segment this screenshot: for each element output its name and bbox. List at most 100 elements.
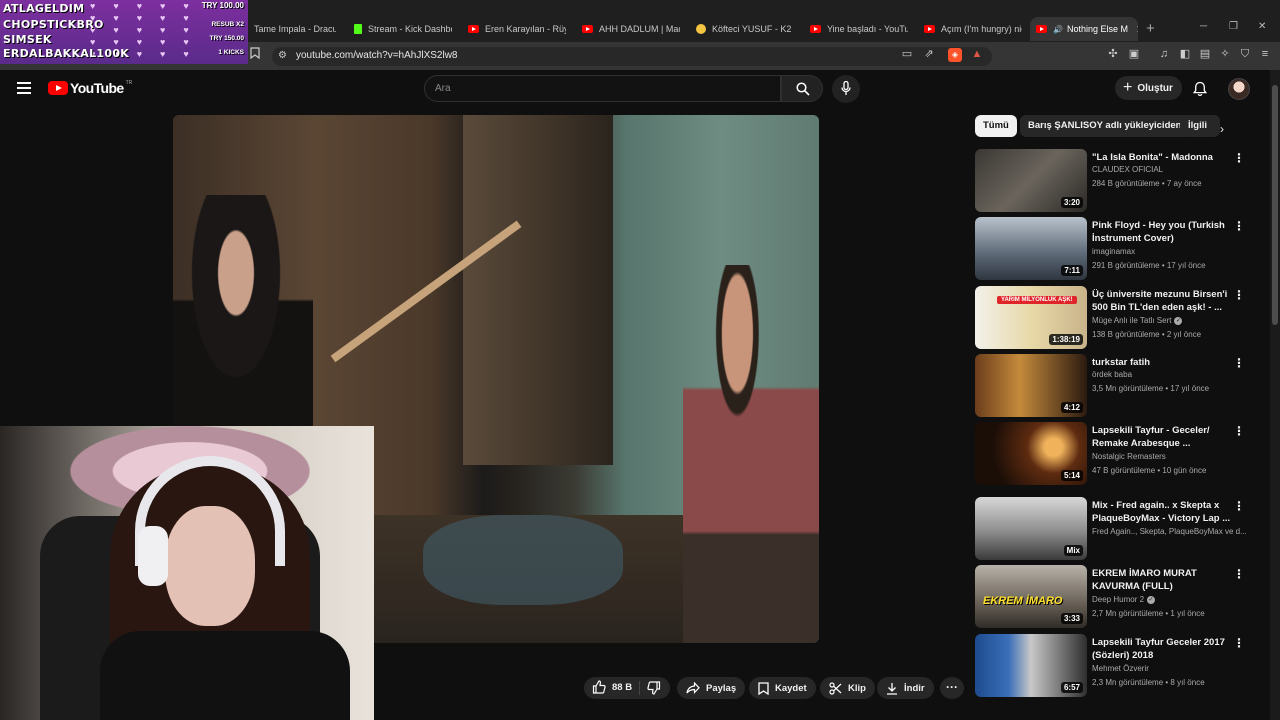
channel-name[interactable]: Müge Anlı ile Tatlı Sert ✓: [1092, 316, 1183, 325]
save-button[interactable]: Kaydet: [749, 677, 816, 699]
kebab-menu-icon[interactable]: ⋮: [1233, 151, 1245, 165]
browser-tab[interactable]: Açım (I'm hungry) nice: [918, 17, 1022, 41]
recommendation-item[interactable]: 4:12 turkstar fatih ördek baba 3,5 Mn gö…: [975, 354, 1250, 418]
screenshot-icon[interactable]: ▣: [1127, 47, 1141, 61]
video-meta: 2,3 Mn görüntüleme • 8 yıl önce: [1092, 678, 1205, 687]
channel-name[interactable]: Deep Humor 2 ✓: [1092, 595, 1156, 604]
extensions-icon[interactable]: ✣: [1106, 47, 1120, 61]
recommendation-item[interactable]: 6:57 Lapsekili Tayfur Geceler 2017 (Sözl…: [975, 634, 1250, 698]
leo-ai-icon[interactable]: ✧: [1218, 47, 1232, 61]
video-title[interactable]: "La Isla Bonita" - Madonna: [1092, 151, 1232, 164]
share-button[interactable]: Paylaş: [677, 677, 746, 699]
browser-tab[interactable]: AHH DADLUM | Madar: [576, 17, 680, 41]
site-settings-icon[interactable]: ⚙: [278, 50, 287, 61]
browser-tab[interactable]: Eren Karayılan - Rüyala: [462, 17, 566, 41]
video-title[interactable]: turkstar fatih: [1092, 356, 1232, 369]
brave-rewards-icon[interactable]: ▲: [970, 47, 984, 61]
recommendation-item[interactable]: 3:20 "La Isla Bonita" - Madonna CLAUDEX …: [975, 149, 1250, 213]
video-thumbnail[interactable]: 7:11: [975, 217, 1087, 280]
scrollbar-thumb[interactable]: [1272, 85, 1278, 325]
new-tab-button[interactable]: +: [1146, 20, 1155, 37]
video-thumbnail[interactable]: 6:57: [975, 634, 1087, 697]
clip-button[interactable]: Klip: [820, 677, 875, 699]
minimize-icon[interactable]: ─: [1200, 21, 1207, 32]
kebab-menu-icon[interactable]: ⋮: [1233, 356, 1245, 370]
sidebar-icon[interactable]: ◧: [1178, 47, 1192, 61]
kebab-menu-icon[interactable]: ⋮: [1233, 499, 1245, 513]
recommendation-item[interactable]: 5:14 Lapsekili Tayfur - Geceler/ Remake …: [975, 422, 1250, 486]
video-thumbnail[interactable]: EKREM İMARO 3:33: [975, 565, 1087, 628]
video-thumbnail[interactable]: 3:20: [975, 149, 1087, 212]
chip-related[interactable]: İlgili: [1180, 115, 1220, 137]
window-close-icon[interactable]: ✕: [1258, 21, 1266, 32]
video-title[interactable]: Lapsekili Tayfur - Geceler/ Remake Arabe…: [1092, 424, 1232, 450]
bookmark-icon[interactable]: [248, 47, 262, 61]
browser-menu-icon[interactable]: ≡: [1258, 47, 1272, 61]
overlay-line: ERDALBAKKAL100K: [3, 47, 130, 60]
browser-tab[interactable]: Stream - Kick Dashboa: [348, 17, 452, 41]
channel-name[interactable]: Fred Again.., Skepta, PlaqueBoyMax ve d.…: [1092, 527, 1247, 536]
chevron-right-icon[interactable]: ›: [1220, 122, 1224, 136]
brave-shields-icon[interactable]: ◈: [948, 48, 962, 62]
chip-all[interactable]: Tümü: [975, 115, 1017, 137]
thumbnail-caption: EKREM İMARO: [983, 595, 1063, 607]
recommendation-item[interactable]: EKREM İMARO 3:33 EKREM İMARO MURAT KAVUR…: [975, 565, 1250, 629]
video-thumbnail[interactable]: 5:14: [975, 422, 1087, 485]
tab-title: Tame Impala - Dracula: [254, 24, 336, 34]
media-icon[interactable]: ♫: [1157, 47, 1171, 61]
browser-tab[interactable]: Tame Impala - Dracula: [248, 17, 336, 41]
chip-from-uploader[interactable]: Barış ŞANLISOY adlı yükleyiciden: [1020, 115, 1190, 137]
channel-name-text: Müge Anlı ile Tatlı Sert: [1092, 316, 1172, 325]
browser-tab-active[interactable]: 🔊 Nothing Else M ✕: [1030, 17, 1138, 41]
video-meta: 2,7 Mn görüntüleme • 1 yıl önce: [1092, 609, 1205, 618]
kebab-menu-icon[interactable]: ⋮: [1233, 219, 1245, 233]
video-thumbnail[interactable]: YARIM MİLYONLUK AŞK! 1:38:19: [975, 286, 1087, 349]
recommendation-item[interactable]: Mix Mix - Fred again.. x Skepta x Plaque…: [975, 497, 1250, 561]
channel-name[interactable]: ördek baba: [1092, 370, 1132, 379]
dislike-button[interactable]: [647, 681, 661, 700]
plus-icon: +: [1123, 79, 1133, 96]
channel-name[interactable]: Nostalgic Remasters: [1092, 452, 1166, 461]
video-title[interactable]: Mix - Fred again.. x Skepta x PlaqueBoyM…: [1092, 499, 1232, 525]
video-thumbnail[interactable]: Mix: [975, 497, 1087, 560]
kebab-menu-icon[interactable]: ⋮: [1233, 288, 1245, 302]
channel-name[interactable]: Mehmet Özverir: [1092, 664, 1149, 673]
video-thumbnail[interactable]: 4:12: [975, 354, 1087, 417]
cast-icon[interactable]: ▭: [900, 47, 914, 61]
close-tab-icon[interactable]: ✕: [1136, 23, 1138, 36]
video-title[interactable]: EKREM İMARO MURAT KAVURMA (FULL): [1092, 567, 1232, 593]
recommendation-item[interactable]: 7:11 Pink Floyd - Hey you (Turkish İnstr…: [975, 217, 1250, 281]
video-frame-door: [463, 115, 613, 465]
more-actions-button[interactable]: ···: [940, 677, 964, 699]
menu-icon[interactable]: [17, 82, 31, 97]
create-button[interactable]: + Oluştur: [1115, 76, 1182, 100]
kebab-menu-icon[interactable]: ⋮: [1233, 567, 1245, 581]
channel-name[interactable]: CLAUDEX OFICIAL: [1092, 165, 1163, 174]
video-title[interactable]: Pink Floyd - Hey you (Turkish İnstrument…: [1092, 219, 1232, 245]
browser-tab[interactable]: Köfteci YUSUF - K2 - 1: [690, 17, 794, 41]
sound-icon: 🔊: [1053, 24, 1063, 34]
download-button[interactable]: İndir: [877, 677, 934, 699]
video-title[interactable]: Üç üniversite mezunu Birsen'i 500 Bin TL…: [1092, 288, 1232, 314]
browser-tab[interactable]: Yine başladı - YouTube: [804, 17, 908, 41]
kebab-menu-icon[interactable]: ⋮: [1233, 424, 1245, 438]
video-title[interactable]: Lapsekili Tayfur Geceler 2017 (Sözleri) …: [1092, 636, 1232, 662]
verified-icon: ✓: [1147, 595, 1156, 604]
search-input[interactable]: [425, 76, 780, 101]
kebab-menu-icon[interactable]: ⋮: [1233, 636, 1245, 650]
page-scrollbar[interactable]: [1270, 70, 1280, 720]
vpn-icon[interactable]: ⛉: [1238, 47, 1252, 61]
wallet-icon[interactable]: ▤: [1198, 47, 1212, 61]
voice-search-button[interactable]: [832, 75, 860, 103]
recommendation-item[interactable]: YARIM MİLYONLUK AŞK! 1:38:19 Üç üniversi…: [975, 286, 1250, 350]
microphone-icon: [841, 81, 851, 95]
search-button[interactable]: [781, 75, 823, 102]
share-page-icon[interactable]: ⇗: [922, 47, 936, 61]
notifications-icon[interactable]: [1192, 81, 1208, 102]
channel-name[interactable]: imaginamax: [1092, 247, 1135, 256]
like-button[interactable]: 88 B: [592, 680, 632, 694]
avatar[interactable]: [1228, 78, 1250, 100]
url-field[interactable]: ⚙ youtube.com/watch?v=hAhJlXS2lw8: [272, 47, 992, 66]
youtube-logo[interactable]: YouTube TR: [48, 80, 132, 96]
maximize-icon[interactable]: ❐: [1229, 21, 1238, 32]
